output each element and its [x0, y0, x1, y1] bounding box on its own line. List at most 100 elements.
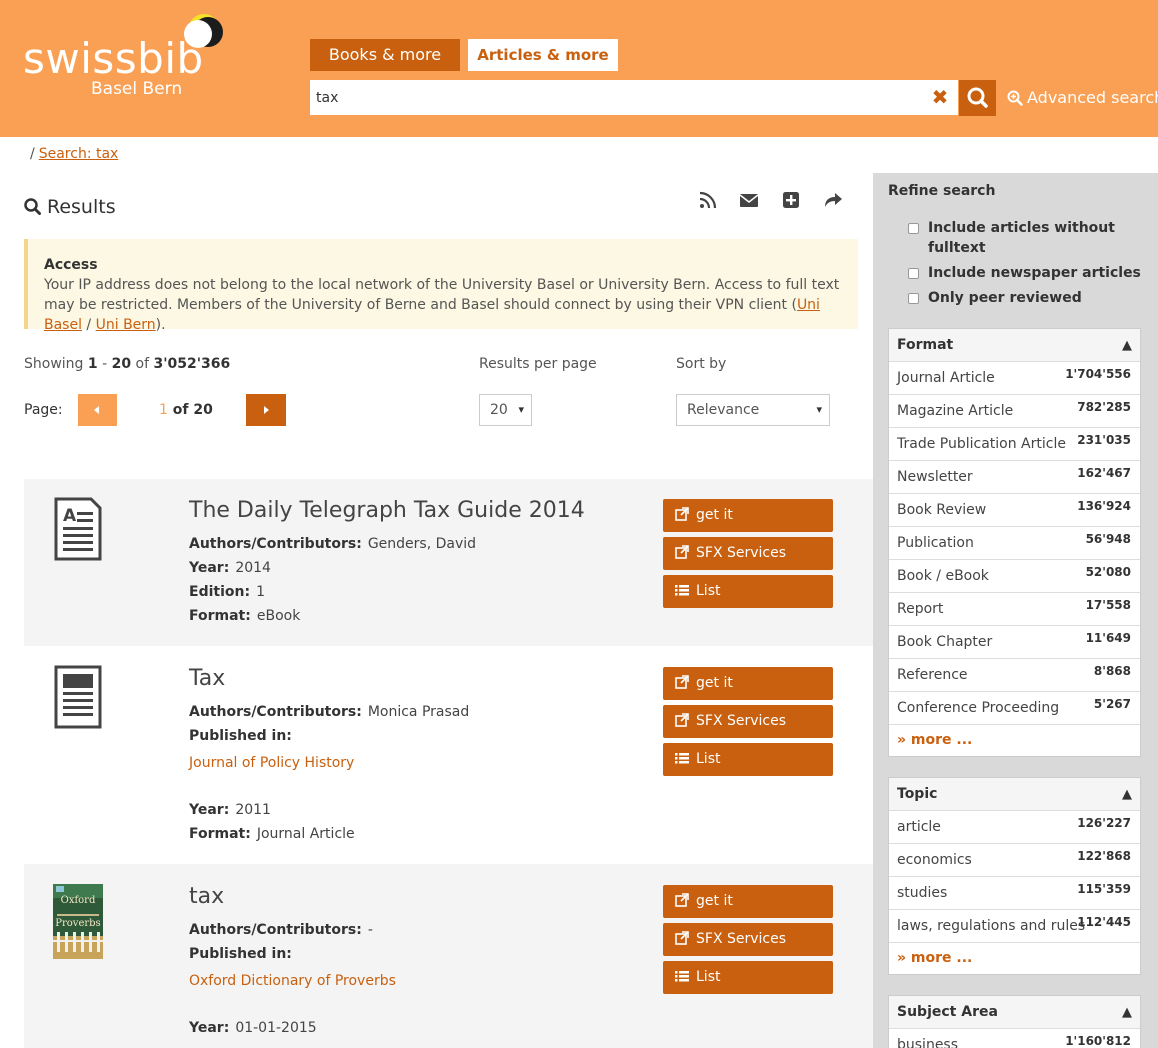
next-page-button[interactable]	[246, 394, 286, 426]
results-count: Showing 1 - 20 of 3'052'366	[24, 356, 230, 372]
advanced-search-link[interactable]: Advanced search	[1007, 88, 1158, 107]
uni-bern-link[interactable]: Uni Bern	[96, 317, 156, 333]
tab-articles-and-more[interactable]: Articles & more	[468, 39, 618, 71]
results-per-page-label: Results per page	[479, 356, 597, 372]
facet-count: 17'558	[1085, 598, 1131, 612]
results-dash: -	[97, 356, 112, 372]
year-value: 2014	[235, 560, 271, 576]
facet-label: laws, regulations and rules	[897, 918, 1086, 934]
record-title[interactable]: Tax	[189, 666, 225, 691]
record-format: Format: eBook	[189, 608, 300, 624]
plus-square-icon[interactable]	[781, 190, 801, 210]
alert-end: ).	[155, 317, 166, 333]
sfx-services-button[interactable]: SFX Services	[663, 923, 833, 956]
record-authors: Authors/Contributors: Monica Prasad	[189, 704, 469, 720]
topic-more-link[interactable]: » more ...	[889, 943, 1140, 974]
facet-item[interactable]: Conference Proceeding 5'267	[889, 692, 1140, 725]
result-record: A The Daily Telegraph Tax Guide 2014 Aut…	[24, 479, 873, 646]
facet-item[interactable]: business 1'160'812	[889, 1029, 1140, 1048]
facet-label: Report	[897, 601, 944, 617]
checkbox-box[interactable]	[908, 293, 919, 304]
sort-by-select[interactable]: Relevance	[676, 394, 830, 426]
get-it-button[interactable]: get it	[663, 885, 833, 918]
search-icon	[24, 198, 41, 215]
rss-icon[interactable]	[698, 190, 718, 210]
published-in-label: Published in:	[189, 946, 292, 962]
showing-prefix: Showing	[24, 356, 88, 372]
search-box: ✖	[310, 80, 958, 115]
get-it-button[interactable]: get it	[663, 499, 833, 532]
tab-books-and-more[interactable]: Books & more	[310, 39, 460, 71]
published-in-label: Published in:	[189, 728, 292, 744]
get-it-label: get it	[696, 507, 733, 523]
checkbox-box[interactable]	[908, 268, 919, 279]
published-in-link[interactable]: Journal of Policy History	[189, 755, 354, 771]
list-button[interactable]: List	[663, 575, 833, 608]
facet-label: Trade Publication Article	[897, 436, 1066, 452]
alert-title: Access	[44, 257, 98, 273]
record-year: Year: 2014	[189, 560, 271, 576]
get-it-label: get it	[696, 893, 733, 909]
envelope-icon[interactable]	[739, 190, 759, 210]
record-year: Year: 01-01-2015	[189, 1020, 317, 1036]
breadcrumb-search-link[interactable]: Search: tax	[39, 146, 119, 162]
list-label: List	[696, 583, 721, 599]
facet-label: Book / eBook	[897, 568, 989, 584]
authors-label: Authors/Contributors:	[189, 536, 362, 552]
facet-count: 782'285	[1077, 400, 1131, 414]
list-button[interactable]: List	[663, 961, 833, 994]
result-record: Oxford Proverbs tax Authors/Contributors…	[24, 864, 873, 1048]
breadcrumb-separator: /	[30, 146, 35, 162]
list-button[interactable]: List	[663, 743, 833, 776]
format-more-link[interactable]: » more ...	[889, 725, 1140, 756]
facet-label: Magazine Article	[897, 403, 1014, 419]
results-of: of	[131, 356, 154, 372]
facet-item[interactable]: laws, regulations and rules 112'445	[889, 910, 1140, 943]
book-cover-image[interactable]: Oxford Proverbs	[53, 884, 103, 959]
facet-count: 115'359	[1077, 882, 1131, 896]
facet-count: 231'035	[1077, 433, 1131, 447]
facet-label: Newsletter	[897, 469, 973, 485]
alert-message: Your IP address does not belong to the l…	[44, 277, 840, 313]
result-record: Tax Authors/Contributors: Monica Prasad P…	[24, 646, 873, 864]
search-icon	[967, 87, 988, 108]
alert-text: Your IP address does not belong to the l…	[44, 275, 842, 335]
facet-label: Journal Article	[897, 370, 995, 386]
get-it-button[interactable]: get it	[663, 667, 833, 700]
checkbox-label: Include newspaper articles	[928, 265, 1141, 281]
external-link-icon	[675, 507, 689, 521]
sfx-services-button[interactable]: SFX Services	[663, 705, 833, 738]
subject-area-facet: Subject Area ▲ business 1'160'812	[888, 995, 1141, 1048]
facet-count: 56'948	[1085, 532, 1131, 546]
year-value: 2011	[235, 802, 271, 818]
year-label: Year:	[189, 560, 230, 576]
logo-wordmark[interactable]: swissbib	[23, 34, 204, 83]
ebook-icon[interactable]: A	[53, 497, 103, 563]
facet-label: Publication	[897, 535, 974, 551]
previous-page-button[interactable]	[78, 394, 117, 426]
search-button[interactable]	[959, 80, 996, 116]
alert-link-separator: /	[81, 317, 96, 333]
checkbox-articles-without-fulltext[interactable]: Include articles without fulltext	[908, 218, 1148, 258]
article-icon[interactable]	[53, 665, 103, 731]
record-published-in: Published in:	[189, 728, 298, 744]
checkbox-newspaper-articles[interactable]: Include newspaper articles	[908, 263, 1148, 283]
published-in-link[interactable]: Oxford Dictionary of Proverbs	[189, 973, 396, 989]
sfx-services-button[interactable]: SFX Services	[663, 537, 833, 570]
facet-title: Subject Area	[897, 1004, 998, 1020]
record-title[interactable]: tax	[189, 884, 224, 909]
record-title[interactable]: The Daily Telegraph Tax Guide 2014	[189, 498, 585, 523]
share-icon[interactable]	[823, 190, 843, 210]
breadcrumb: / Search: tax	[30, 146, 118, 162]
refine-search-title: Refine search	[888, 183, 996, 199]
facet-count: 112'445	[1077, 915, 1131, 929]
format-label: Format:	[189, 608, 251, 624]
checkbox-peer-reviewed[interactable]: Only peer reviewed	[908, 288, 1148, 308]
checkbox-box[interactable]	[908, 223, 919, 234]
results-per-page-select[interactable]: 20	[479, 394, 532, 426]
clear-search-icon[interactable]: ✖	[929, 86, 951, 108]
record-year: Year: 2011	[189, 802, 271, 818]
site-header: swissbib Basel Bern Books & more Article…	[0, 0, 1158, 137]
authors-value: Genders, David	[367, 536, 477, 552]
search-input[interactable]	[310, 80, 910, 115]
